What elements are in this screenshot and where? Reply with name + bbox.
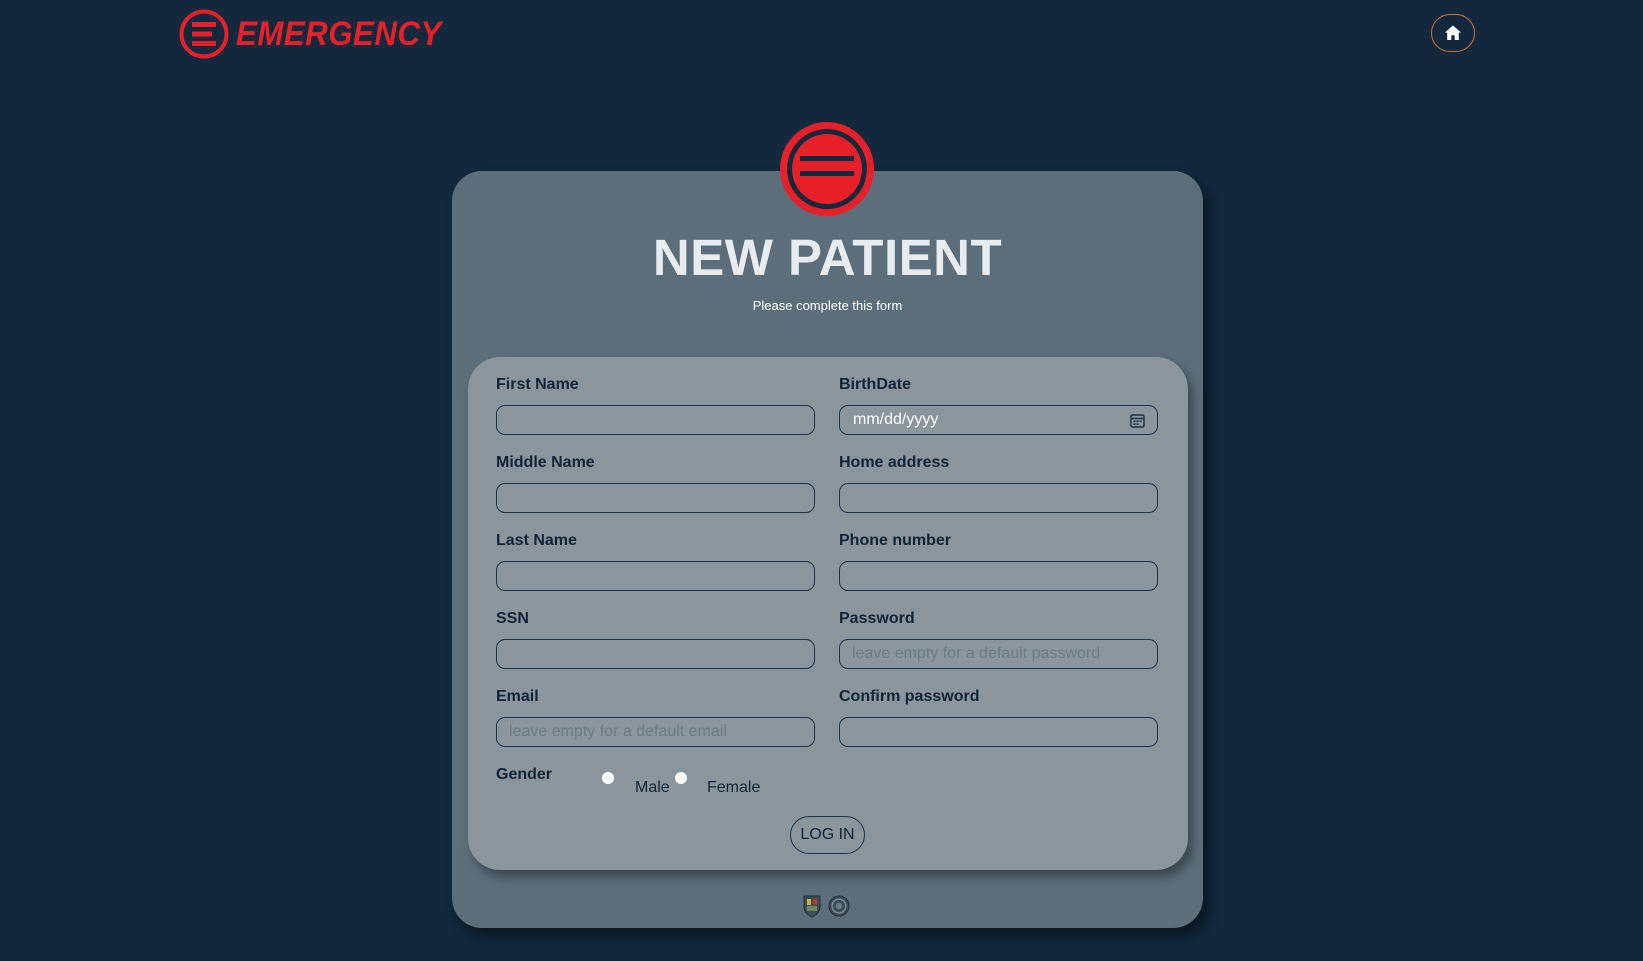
ssn-input[interactable] [496,639,815,669]
first-name-input[interactable] [496,405,815,435]
home-address-input[interactable] [839,483,1158,513]
phone-number-label: Phone number [839,532,952,549]
page-title: NEW PATIENT [652,229,1003,286]
shield-badge-icon [803,895,821,918]
gender-female-radio[interactable] [675,772,687,784]
emergency-logo-icon [179,9,229,59]
home-address-label: Home address [839,454,950,471]
password-label: Password [839,610,915,627]
phone-number-input[interactable] [839,561,1158,591]
gender-female-label[interactable]: Female [707,779,760,797]
emergency-emblem-icon [780,122,874,216]
gender-male-label[interactable]: Male [635,779,670,797]
confirm-password-label: Confirm password [839,688,980,705]
email-input[interactable] [496,717,815,747]
first-name-label: First Name [496,376,579,393]
birthdate-label: BirthDate [839,376,912,393]
gender-label: Gender [496,766,553,783]
last-name-input[interactable] [496,561,815,591]
home-icon [1445,25,1461,40]
email-label: Email [496,688,539,705]
confirm-password-input[interactable] [839,717,1158,747]
birthdate-value: mm/dd/yyyy [853,411,939,428]
calendar-icon[interactable] [1130,413,1145,428]
last-name-label: Last Name [496,532,577,549]
password-input[interactable] [839,639,1158,669]
page-subtitle: Please complete this form [752,298,903,313]
footer-badges [801,894,850,918]
brand-name: EMERGENCY [236,14,442,53]
brand-logo[interactable]: EMERGENCY [178,8,460,60]
middle-name-input[interactable] [496,483,815,513]
home-button[interactable] [1431,14,1475,52]
ssn-label: SSN [496,610,529,627]
gender-male-radio[interactable] [602,772,614,784]
middle-name-label: Middle Name [496,454,595,471]
birthdate-input[interactable]: mm/dd/yyyy [839,405,1158,435]
seal-badge-icon [828,895,850,917]
login-button[interactable]: LOG IN [790,816,865,854]
